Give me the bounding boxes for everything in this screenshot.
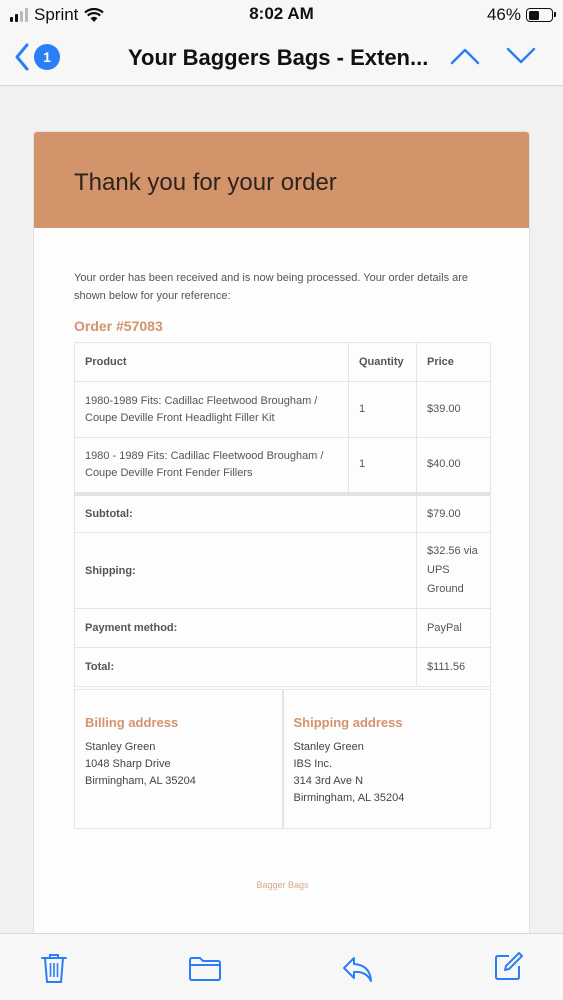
table-row: 1980-1989 Fits: Cadillac Fleetwood Broug… xyxy=(74,381,491,438)
subtotal-row: Subtotal: $79.00 xyxy=(74,491,491,533)
order-table: Product Quantity Price 1980-1989 Fits: C… xyxy=(74,342,491,687)
battery-icon xyxy=(526,8,556,22)
shipping-address-title: Shipping address xyxy=(293,715,403,730)
item-price: $40.00 xyxy=(416,437,491,494)
back-button[interactable]: 1 xyxy=(14,42,60,72)
shipping-price: $32.56 via xyxy=(427,545,478,557)
address-line[interactable]: Birmingham, AL 35204 xyxy=(85,773,272,790)
total-row: Total: $111.56 xyxy=(74,647,491,687)
email-header-banner: Thank you for your order xyxy=(34,132,529,228)
column-header-product: Product xyxy=(74,342,349,382)
email-subject-title: Your Baggers Bags - Exten... xyxy=(128,45,429,70)
mail-nav-bar: 1 Your Baggers Bags - Exten... xyxy=(0,30,563,86)
address-line[interactable]: 1048 Sharp Drive xyxy=(85,756,272,773)
email-body[interactable]: Thank you for your order Your order has … xyxy=(0,87,563,933)
address-line: IBS Inc. xyxy=(293,758,333,770)
folder-icon[interactable] xyxy=(188,956,222,982)
billing-address: Billing address Stanley Green 1048 Sharp… xyxy=(75,690,282,828)
address-line[interactable]: 314 3rd Ave N xyxy=(294,773,481,790)
compose-icon[interactable] xyxy=(493,952,523,982)
item-quantity: 1 xyxy=(348,381,417,438)
email-footer[interactable]: Bagger Bags xyxy=(34,880,531,890)
item-product: 1980-1989 Fits: Cadillac Fleetwood Broug… xyxy=(74,381,349,438)
payment-label: Payment method: xyxy=(74,608,417,648)
shipping-carrier: UPS xyxy=(427,564,450,576)
address-line: Stanley Green xyxy=(85,741,156,753)
shipping-label: Shipping: xyxy=(74,532,417,609)
subtotal-label: Subtotal: xyxy=(74,491,417,533)
item-product: 1980 - 1989 Fits: Cadillac Fleetwood Bro… xyxy=(74,437,349,494)
shipping-address: Shipping address Stanley Green IBS Inc. … xyxy=(281,690,491,828)
shipping-value: $32.56 via UPS Ground xyxy=(416,532,491,609)
payment-row: Payment method: PayPal xyxy=(74,608,491,648)
payment-value: PayPal xyxy=(416,608,491,648)
shipping-row: Shipping: $32.56 via UPS Ground xyxy=(74,532,491,609)
shipping-service: Ground xyxy=(427,583,464,595)
email-heading: Thank you for your order xyxy=(74,169,337,196)
item-quantity: 1 xyxy=(348,437,417,494)
order-email-card: Thank you for your order Your order has … xyxy=(33,131,530,933)
billing-address-title: Billing address xyxy=(85,715,179,730)
trash-icon[interactable] xyxy=(40,952,68,984)
address-line[interactable]: Birmingham, AL 35204 xyxy=(294,790,481,807)
table-row: 1980 - 1989 Fits: Cadillac Fleetwood Bro… xyxy=(74,437,491,494)
status-bar: Sprint 8:02 AM 46% xyxy=(0,0,563,30)
column-header-quantity: Quantity xyxy=(348,342,417,382)
battery-percent: 46% xyxy=(486,5,521,24)
address-line: Stanley Green xyxy=(293,741,364,753)
total-label: Total: xyxy=(74,647,417,687)
chevron-up-icon[interactable] xyxy=(450,46,480,66)
chevron-left-icon xyxy=(15,43,29,71)
order-number[interactable]: Order #57083 xyxy=(74,318,163,334)
intro-text: Your order has been received and is now … xyxy=(74,272,469,302)
chevron-down-icon[interactable] xyxy=(506,46,536,66)
mail-toolbar xyxy=(0,933,563,1000)
total-value: $111.56 xyxy=(416,647,491,687)
reply-icon[interactable] xyxy=(340,954,374,984)
subtotal-value: $79.00 xyxy=(416,491,491,533)
addresses: Billing address Stanley Green 1048 Sharp… xyxy=(74,689,491,829)
column-header-price: Price xyxy=(416,342,491,382)
item-price: $39.00 xyxy=(416,381,491,438)
clock: 8:02 AM xyxy=(249,4,314,23)
unread-count-badge: 1 xyxy=(34,44,60,70)
